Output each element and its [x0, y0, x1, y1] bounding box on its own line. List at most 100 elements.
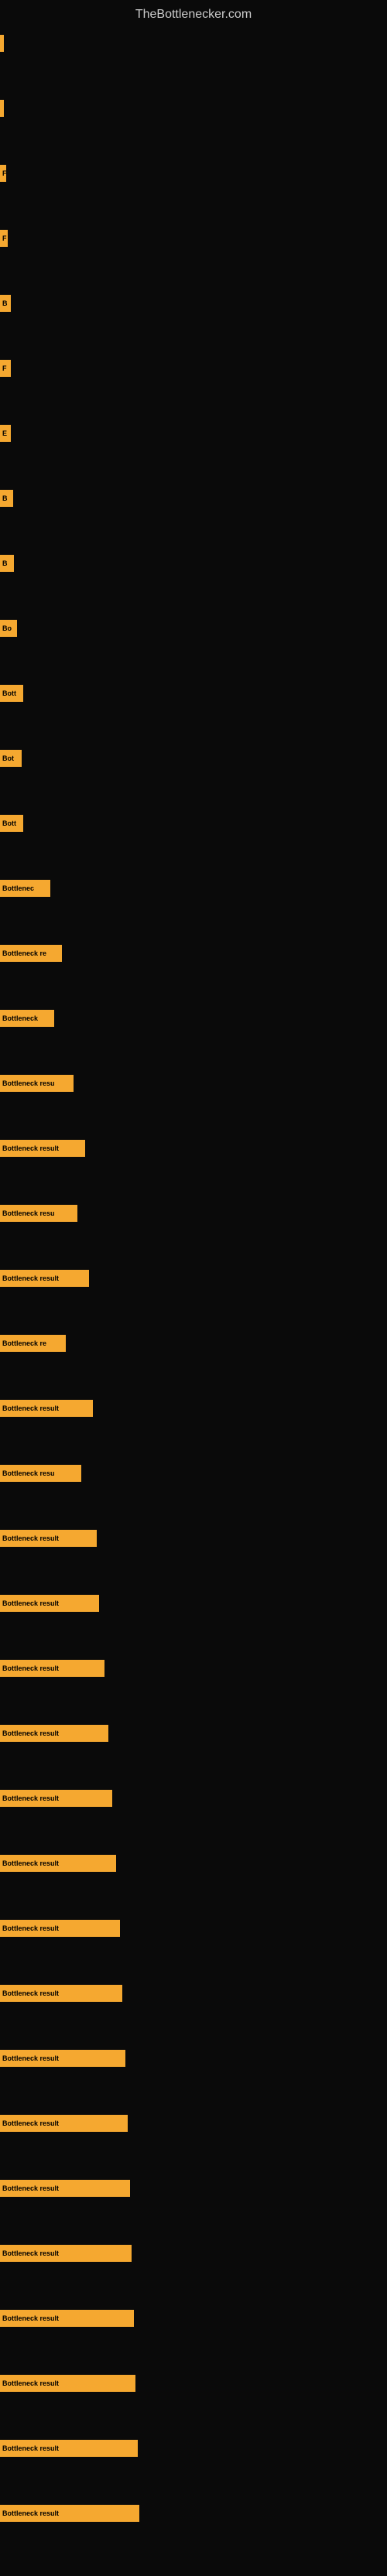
bar-label: Bottleneck result — [2, 1729, 59, 1737]
bar-fill: Bottleneck result — [0, 1660, 104, 1677]
bar-row: Bottleneck re — [0, 1333, 387, 1353]
bar-row: Bottleneck result — [0, 2243, 387, 2263]
bar-label: Bottleneck resu — [2, 1209, 55, 1217]
bar-row: F — [0, 358, 387, 378]
bar-label: Bottleneck resu — [2, 1079, 55, 1087]
bar-fill: Bo — [0, 620, 17, 637]
bar-label: Bottleneck result — [2, 1794, 59, 1802]
main-container: TheBottlenecker.com F F B F E B B Bo Bott Bot Bott… — [0, 0, 387, 2576]
bar-label: Bottleneck result — [2, 1924, 59, 1932]
bar-label: Bottleneck resu — [2, 1469, 55, 1477]
bar-row: Bottleneck resu — [0, 1073, 387, 1093]
bar-row: Bottleneck result — [0, 1398, 387, 1418]
bar-fill: F — [0, 230, 8, 247]
bar-row: B — [0, 553, 387, 573]
bar-row: Bottleneck result — [0, 2048, 387, 2068]
bar-row: E — [0, 423, 387, 443]
bar-fill: Bottleneck result — [0, 1985, 122, 2002]
bar-row: Bottleneck result — [0, 2373, 387, 2393]
bar-label: Bottleneck result — [2, 1534, 59, 1542]
bar-row: Bottleneck result — [0, 1268, 387, 1288]
bar-fill: Bottleneck result — [0, 2115, 128, 2132]
bar-fill: Bottleneck resu — [0, 1205, 77, 1222]
bar-fill: Bott — [0, 685, 23, 702]
bar-row: Bottleneck — [0, 1008, 387, 1028]
bar-label: Bottleneck result — [2, 1599, 59, 1607]
bar-label: Bottleneck result — [2, 1144, 59, 1152]
bar-label: B — [2, 559, 8, 567]
bar-fill: Bottleneck re — [0, 1335, 66, 1352]
bar-fill: Bottleneck result — [0, 1400, 93, 1417]
bar-fill: Bottleneck resu — [0, 1465, 81, 1482]
site-title: TheBottlenecker.com — [0, 0, 387, 26]
bar-fill: B — [0, 295, 11, 312]
bar-label: Bottleneck — [2, 1014, 38, 1022]
bar-row: Bottleneck result — [0, 1788, 387, 1808]
bar-label: Bo — [2, 624, 12, 632]
bar-row: Bottleneck resu — [0, 1203, 387, 1223]
bar-fill: E — [0, 425, 11, 442]
bar-row — [0, 98, 387, 118]
bar-row: Bottleneck result — [0, 2438, 387, 2458]
bar-row: B — [0, 488, 387, 508]
bar-fill: B — [0, 490, 13, 507]
bar-fill: Bottleneck result — [0, 1920, 120, 1937]
bar-label: Bottleneck result — [2, 1859, 59, 1867]
bar-fill: Bott — [0, 815, 23, 832]
bar-label: Bott — [2, 819, 16, 827]
bar-label: Bottleneck result — [2, 2184, 59, 2192]
bar-fill: Bottleneck result — [0, 2310, 134, 2327]
bar-row: Bottleneck result — [0, 1983, 387, 2003]
bar-fill: Bottleneck result — [0, 2440, 138, 2457]
bar-label: Bottleneck result — [2, 1664, 59, 1672]
bar-fill — [0, 100, 4, 117]
bar-row: Bottleneck result — [0, 1658, 387, 1678]
bar-label: E — [2, 429, 7, 437]
bar-label: Bottleneck result — [2, 2379, 59, 2387]
bar-row: Bo — [0, 618, 387, 638]
bar-label: Bottleneck re — [2, 949, 46, 957]
bar-row: Bott — [0, 683, 387, 703]
bar-label: F — [2, 234, 7, 242]
bar-fill: Bottlenec — [0, 880, 50, 897]
bar-label: F — [2, 364, 7, 372]
bar-row: Bot — [0, 748, 387, 768]
bar-fill: Bottleneck result — [0, 1725, 108, 1742]
bar-fill: Bottleneck result — [0, 2375, 135, 2392]
bar-fill: Bottleneck result — [0, 2180, 130, 2197]
bar-row: Bottleneck result — [0, 1918, 387, 1938]
bar-fill: Bottleneck result — [0, 1595, 99, 1612]
bar-label: Bottleneck result — [2, 2444, 59, 2452]
bar-fill: Bottleneck re — [0, 945, 62, 962]
bar-row: Bottleneck re — [0, 943, 387, 963]
bar-fill: Bottleneck result — [0, 1530, 97, 1547]
bar-fill: F — [0, 165, 6, 182]
bar-fill — [0, 35, 4, 52]
bar-row: Bottleneck result — [0, 1138, 387, 1158]
bar-label: B — [2, 494, 8, 502]
bar-fill: B — [0, 555, 14, 572]
bar-fill: Bottleneck result — [0, 2505, 139, 2522]
bar-row: Bott — [0, 813, 387, 833]
bar-fill: Bottleneck result — [0, 2245, 132, 2262]
bar-fill: Bottleneck — [0, 1010, 54, 1027]
bar-row: Bottleneck result — [0, 1723, 387, 1743]
bar-label: Bottleneck re — [2, 1339, 46, 1347]
bar-label: Bottleneck result — [2, 2249, 59, 2257]
bar-row: Bottleneck result — [0, 1528, 387, 1548]
bar-label: Bott — [2, 689, 16, 697]
bar-row: Bottleneck result — [0, 2308, 387, 2328]
bar-fill: Bottleneck resu — [0, 1075, 74, 1092]
bar-label: Bottleneck result — [2, 2119, 59, 2127]
bar-row: Bottleneck resu — [0, 1463, 387, 1483]
bar-fill: Bottleneck result — [0, 1790, 112, 1807]
bar-fill: Bottleneck result — [0, 1270, 89, 1287]
bar-row: Bottleneck result — [0, 1593, 387, 1613]
bar-row: Bottleneck result — [0, 1853, 387, 1873]
bar-fill: Bottleneck result — [0, 2050, 125, 2067]
bar-label: Bottleneck result — [2, 2314, 59, 2322]
bar-label: Bottlenec — [2, 884, 34, 892]
bar-row: Bottlenec — [0, 878, 387, 898]
bar-row: F — [0, 163, 387, 183]
bar-fill: Bot — [0, 750, 22, 767]
